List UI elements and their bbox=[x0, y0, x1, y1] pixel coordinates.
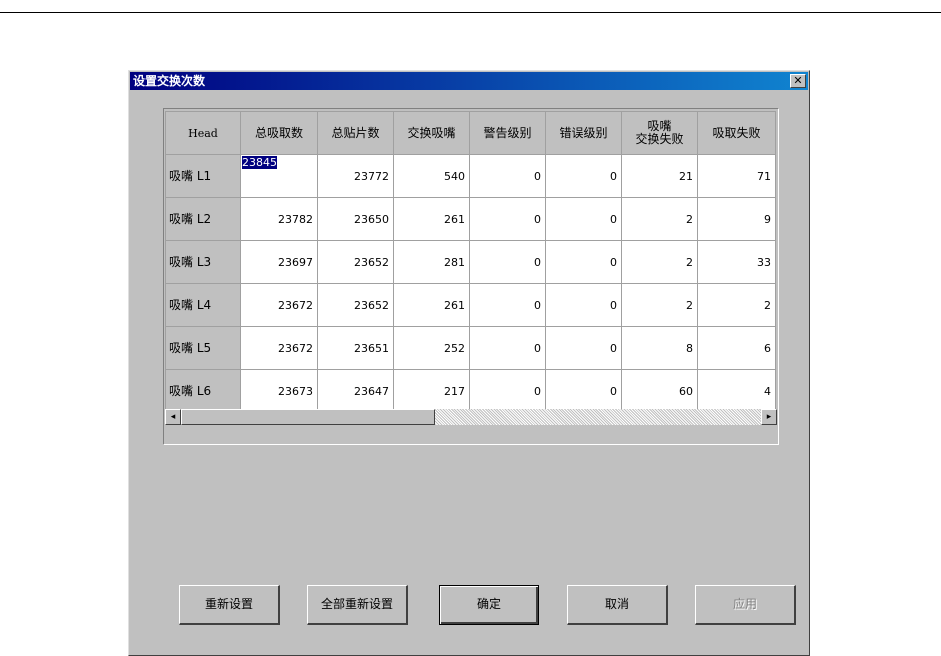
close-icon[interactable]: ✕ bbox=[790, 74, 806, 88]
table-cell[interactable]: 23697 bbox=[240, 240, 318, 284]
table-cell[interactable]: 540 bbox=[393, 154, 470, 198]
row-header[interactable]: 吸嘴 L4 bbox=[165, 283, 241, 327]
column-header[interactable]: 总吸取数 bbox=[240, 111, 318, 155]
column-header[interactable]: 总贴片数 bbox=[317, 111, 394, 155]
title-bar[interactable]: 设置交换次数 ✕ bbox=[130, 72, 808, 90]
table-cell-editing[interactable]: 23845 bbox=[240, 154, 318, 198]
row-header[interactable]: 吸嘴 L2 bbox=[165, 197, 241, 241]
table-cell[interactable]: 0 bbox=[469, 240, 546, 284]
table-cell[interactable]: 6 bbox=[697, 326, 776, 370]
page-rule bbox=[0, 12, 941, 13]
scroll-right-icon[interactable]: ▸ bbox=[761, 409, 777, 425]
table-row: 吸嘴 L5 23672 23651 252 0 0 8 6 bbox=[165, 326, 776, 370]
apply-button: 应用 bbox=[695, 585, 796, 625]
table-cell[interactable]: 252 bbox=[393, 326, 470, 370]
column-header[interactable]: 交换吸嘴 bbox=[393, 111, 470, 155]
column-header[interactable]: 错误级别 bbox=[545, 111, 622, 155]
cell-selected-text[interactable]: 23845 bbox=[242, 156, 277, 169]
table-cell[interactable]: 217 bbox=[393, 369, 470, 413]
cancel-button[interactable]: 取消 bbox=[567, 585, 668, 625]
table-cell[interactable]: 0 bbox=[545, 283, 622, 327]
table-cell[interactable]: 281 bbox=[393, 240, 470, 284]
table-cell[interactable]: 0 bbox=[469, 154, 546, 198]
table-row: 吸嘴 L3 23697 23652 281 0 0 2 33 bbox=[165, 240, 776, 284]
header-row: Head 总吸取数 总贴片数 交换吸嘴 警告级别 错误级别 吸嘴 交换失败 吸取… bbox=[165, 111, 776, 155]
table-cell[interactable]: 0 bbox=[469, 369, 546, 413]
table-cell[interactable]: 23651 bbox=[317, 326, 394, 370]
scroll-left-icon[interactable]: ◂ bbox=[165, 409, 181, 425]
table-cell[interactable]: 23672 bbox=[240, 283, 318, 327]
table-cell[interactable]: 2 bbox=[697, 283, 776, 327]
table-cell[interactable]: 261 bbox=[393, 283, 470, 327]
table-cell[interactable]: 2 bbox=[621, 197, 698, 241]
table-row: 吸嘴 L2 23782 23650 261 0 0 2 9 bbox=[165, 197, 776, 241]
table-cell[interactable]: 0 bbox=[545, 326, 622, 370]
table-cell[interactable]: 23650 bbox=[317, 197, 394, 241]
table-cell[interactable]: 71 bbox=[697, 154, 776, 198]
row-header[interactable]: 吸嘴 L6 bbox=[165, 369, 241, 413]
table-cell[interactable]: 23647 bbox=[317, 369, 394, 413]
window-title: 设置交换次数 bbox=[133, 74, 206, 88]
table-cell[interactable]: 0 bbox=[545, 154, 622, 198]
table-cell[interactable]: 21 bbox=[621, 154, 698, 198]
row-header[interactable]: 吸嘴 L1 bbox=[165, 154, 241, 198]
ok-button[interactable]: 确定 bbox=[439, 585, 539, 625]
horizontal-scrollbar[interactable]: ◂ ▸ bbox=[165, 409, 777, 425]
table-row: 吸嘴 L4 23672 23652 261 0 0 2 2 bbox=[165, 283, 776, 327]
table-cell[interactable]: 0 bbox=[545, 197, 622, 241]
table-cell[interactable]: 0 bbox=[469, 326, 546, 370]
table-cell[interactable]: 0 bbox=[545, 240, 622, 284]
table-cell[interactable]: 33 bbox=[697, 240, 776, 284]
table-cell[interactable]: 23772 bbox=[317, 154, 394, 198]
set-exchange-count-dialog: 设置交换次数 ✕ Head 总吸取数 总贴片数 交换吸嘴 警告级别 错误级别 吸… bbox=[128, 70, 810, 656]
row-header[interactable]: 吸嘴 L3 bbox=[165, 240, 241, 284]
reset-all-button[interactable]: 全部重新设置 bbox=[307, 585, 408, 625]
table-cell[interactable]: 9 bbox=[697, 197, 776, 241]
column-header[interactable]: 吸取失败 bbox=[697, 111, 776, 155]
row-header[interactable]: 吸嘴 L5 bbox=[165, 326, 241, 370]
table-cell[interactable]: 23672 bbox=[240, 326, 318, 370]
table-cell[interactable]: 0 bbox=[469, 197, 546, 241]
table-cell[interactable]: 0 bbox=[469, 283, 546, 327]
table-row: 吸嘴 L1 23845 23772 540 0 0 21 71 bbox=[165, 154, 776, 198]
table-cell[interactable]: 4 bbox=[697, 369, 776, 413]
table-cell[interactable]: 23782 bbox=[240, 197, 318, 241]
table-cell[interactable]: 2 bbox=[621, 283, 698, 327]
column-header[interactable]: 吸嘴 交换失败 bbox=[621, 111, 698, 155]
nozzle-stats-grid: Head 总吸取数 总贴片数 交换吸嘴 警告级别 错误级别 吸嘴 交换失败 吸取… bbox=[163, 108, 779, 445]
column-header-head: Head bbox=[165, 111, 241, 155]
scroll-thumb[interactable] bbox=[181, 409, 435, 425]
table-cell[interactable]: 2 bbox=[621, 240, 698, 284]
table-row: 吸嘴 L6 23673 23647 217 0 0 60 4 bbox=[165, 369, 776, 413]
table-cell[interactable]: 60 bbox=[621, 369, 698, 413]
column-header[interactable]: 警告级别 bbox=[469, 111, 546, 155]
table-cell[interactable]: 23652 bbox=[317, 283, 394, 327]
table-cell[interactable]: 23652 bbox=[317, 240, 394, 284]
table-cell[interactable]: 0 bbox=[545, 369, 622, 413]
data-table: Head 总吸取数 总贴片数 交换吸嘴 警告级别 错误级别 吸嘴 交换失败 吸取… bbox=[165, 111, 776, 413]
table-cell[interactable]: 8 bbox=[621, 326, 698, 370]
table-cell[interactable]: 261 bbox=[393, 197, 470, 241]
reset-button[interactable]: 重新设置 bbox=[179, 585, 280, 625]
table-cell[interactable]: 23673 bbox=[240, 369, 318, 413]
